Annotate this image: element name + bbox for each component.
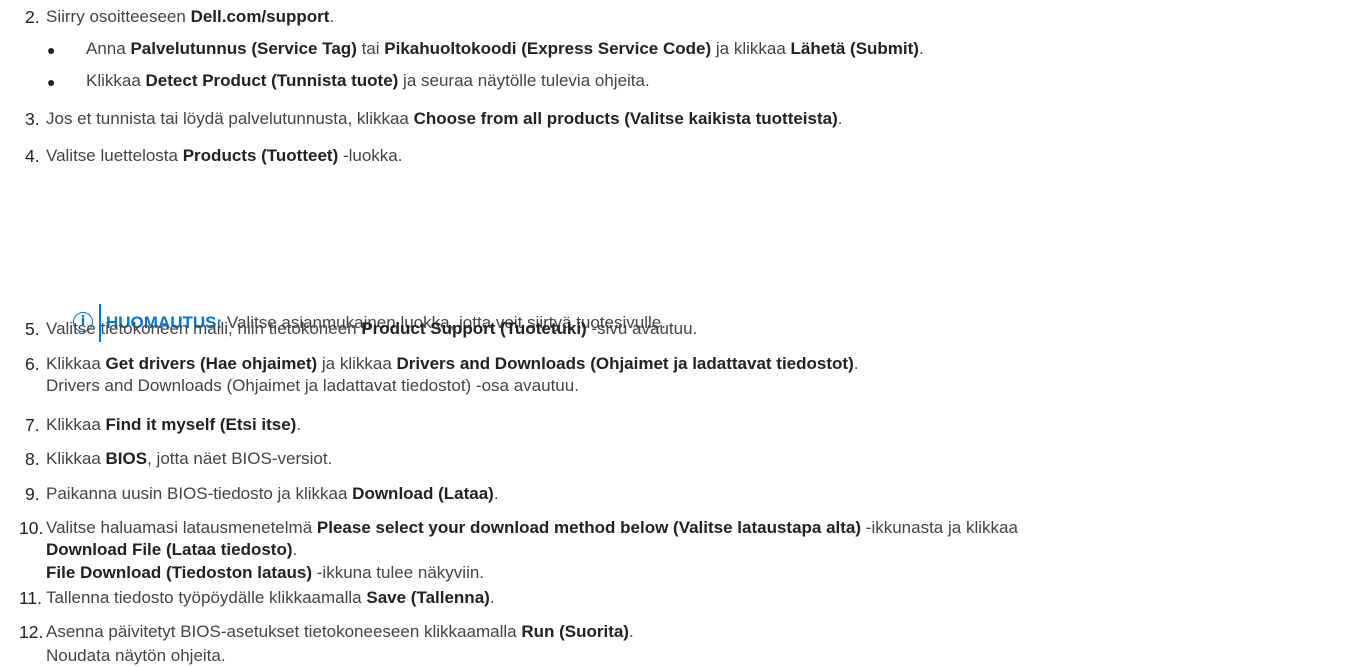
bullet-icon: ● <box>47 42 56 58</box>
step-text: Valitse tietokoneen malli, niin tietokon… <box>46 319 698 338</box>
step-number: 7. <box>25 415 40 435</box>
step-number: 4. <box>25 146 40 166</box>
step-number: 5. <box>25 319 40 339</box>
step-number: 12. <box>19 622 44 642</box>
bullet-icon: ● <box>47 74 56 90</box>
step-text: Paikanna uusin BIOS-tiedosto ja klikkaa … <box>46 484 499 503</box>
step-text: Klikkaa Find it myself (Etsi itse). <box>46 415 302 434</box>
step-text: Siirry osoitteeseen Dell.com/support. <box>46 7 335 26</box>
step-number: 9. <box>25 484 40 504</box>
bullet-text: Anna Palvelutunnus (Service Tag) tai Pik… <box>86 39 924 58</box>
bullet-text: Klikkaa Detect Product (Tunnista tuote) … <box>86 71 650 90</box>
step-text: Klikkaa Get drivers (Hae ohjaimet) ja kl… <box>46 354 859 373</box>
step-continuation: File Download (Tiedoston lataus) -ikkuna… <box>46 563 485 582</box>
step-number: 11. <box>19 588 43 608</box>
step-continuation: Drivers and Downloads (Ohjaimet ja ladat… <box>46 376 579 395</box>
step-number: 2. <box>25 7 40 27</box>
link-text: Dell.com/support <box>190 7 330 26</box>
step-number: 10. <box>19 518 44 538</box>
step-text: Jos et tunnista tai löydä palvelutunnust… <box>46 109 843 128</box>
step-continuation: Noudata näytön ohjeita. <box>46 646 226 665</box>
step-text: Valitse haluamasi latausmenetelmä Please… <box>46 518 1018 537</box>
step-continuation: Download File (Lataa tiedosto). <box>46 540 298 559</box>
step-number: 3. <box>25 109 40 129</box>
step-text: Asenna päivitetyt BIOS-asetukset tietoko… <box>46 622 634 641</box>
step-text: Valitse luettelosta Products (Tuotteet) … <box>46 146 403 165</box>
step-text: Tallenna tiedosto työpöydälle klikkaamal… <box>46 588 495 607</box>
step-text: Klikkaa BIOS, jotta näet BIOS-versiot. <box>46 449 333 468</box>
step-number: 8. <box>25 449 40 469</box>
step-number: 6. <box>25 354 40 374</box>
